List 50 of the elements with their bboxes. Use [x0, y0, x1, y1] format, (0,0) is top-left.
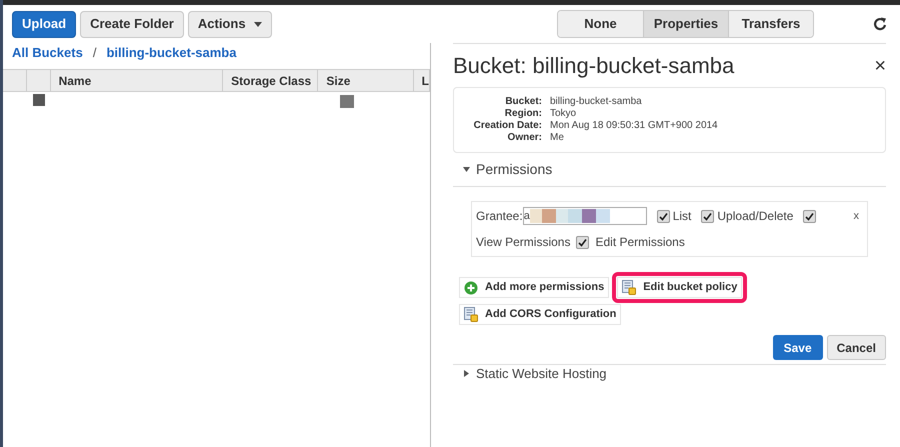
add-icon	[464, 280, 478, 294]
column-header[interactable]: L	[414, 70, 430, 91]
section-header[interactable]: Permissions	[453, 153, 886, 187]
checkbox-label: Edit Permissions	[595, 234, 685, 251]
upload-button[interactable]: Upload	[12, 10, 76, 38]
column-header[interactable]: Size	[318, 70, 414, 91]
view-tab[interactable]: Transfers	[728, 11, 813, 37]
detail-value: Mon Aug 18 09:50:31 GMT+900 2014	[550, 120, 719, 132]
checkbox[interactable]	[576, 236, 590, 248]
save-button[interactable]: Save	[772, 335, 823, 360]
document-lock-icon	[622, 280, 636, 295]
view-tab[interactable]: None	[558, 11, 643, 37]
actions-dropdown[interactable]: Actions	[188, 10, 272, 38]
redacted-mark	[33, 94, 45, 106]
detail-value: billing-bucket-samba	[550, 96, 643, 108]
checkbox[interactable]	[803, 210, 816, 222]
detail-label: Bucket:	[504, 96, 542, 108]
caret-right-icon	[463, 370, 470, 377]
document-lock-icon	[464, 307, 478, 322]
caret-icon	[254, 22, 262, 26]
view-tab[interactable]: Properties	[643, 11, 728, 37]
column-header[interactable]: Name	[50, 70, 224, 91]
action-button[interactable]: Add more permissions	[459, 277, 610, 298]
detail-label: Owner:	[506, 132, 542, 144]
create-folder-button[interactable]: Create Folder	[80, 10, 184, 38]
detail-label: Creation Date:	[472, 120, 542, 132]
redacted-mark	[340, 95, 354, 108]
checkbox[interactable]	[701, 210, 714, 222]
checkbox-label: List	[672, 208, 692, 225]
breadcrumb-link[interactable]: billing-bucket-samba	[106, 43, 236, 63]
checkbox-label: Upload/Delete	[717, 208, 794, 225]
action-button[interactable]: Add CORS Configuration	[459, 304, 622, 325]
breadcrumb-separator: /	[92, 44, 96, 62]
action-button[interactable]: Edit bucket policy	[617, 277, 742, 298]
panel-title: Bucket: billing-bucket-samba	[453, 52, 734, 80]
detail-value: Tokyo	[550, 108, 578, 120]
grantee-label: Grantee:	[476, 208, 523, 225]
refresh-icon[interactable]	[872, 16, 888, 32]
grantee-field[interactable]: a	[522, 207, 647, 225]
breadcrumb-link[interactable]: All Buckets	[12, 43, 83, 63]
checkbox[interactable]	[656, 210, 670, 222]
detail-value: Me	[550, 132, 565, 144]
cancel-button[interactable]: Cancel	[826, 335, 886, 360]
close-button[interactable]: ×	[874, 50, 886, 80]
remove-button[interactable]: x	[854, 208, 859, 224]
permission-label: View Permissions	[476, 234, 570, 251]
section-header[interactable]: Static Website Hosting	[453, 364, 886, 382]
detail-label: Region:	[504, 108, 542, 120]
caret-down-icon	[463, 166, 470, 173]
column-header[interactable]: Storage Class	[223, 70, 318, 91]
